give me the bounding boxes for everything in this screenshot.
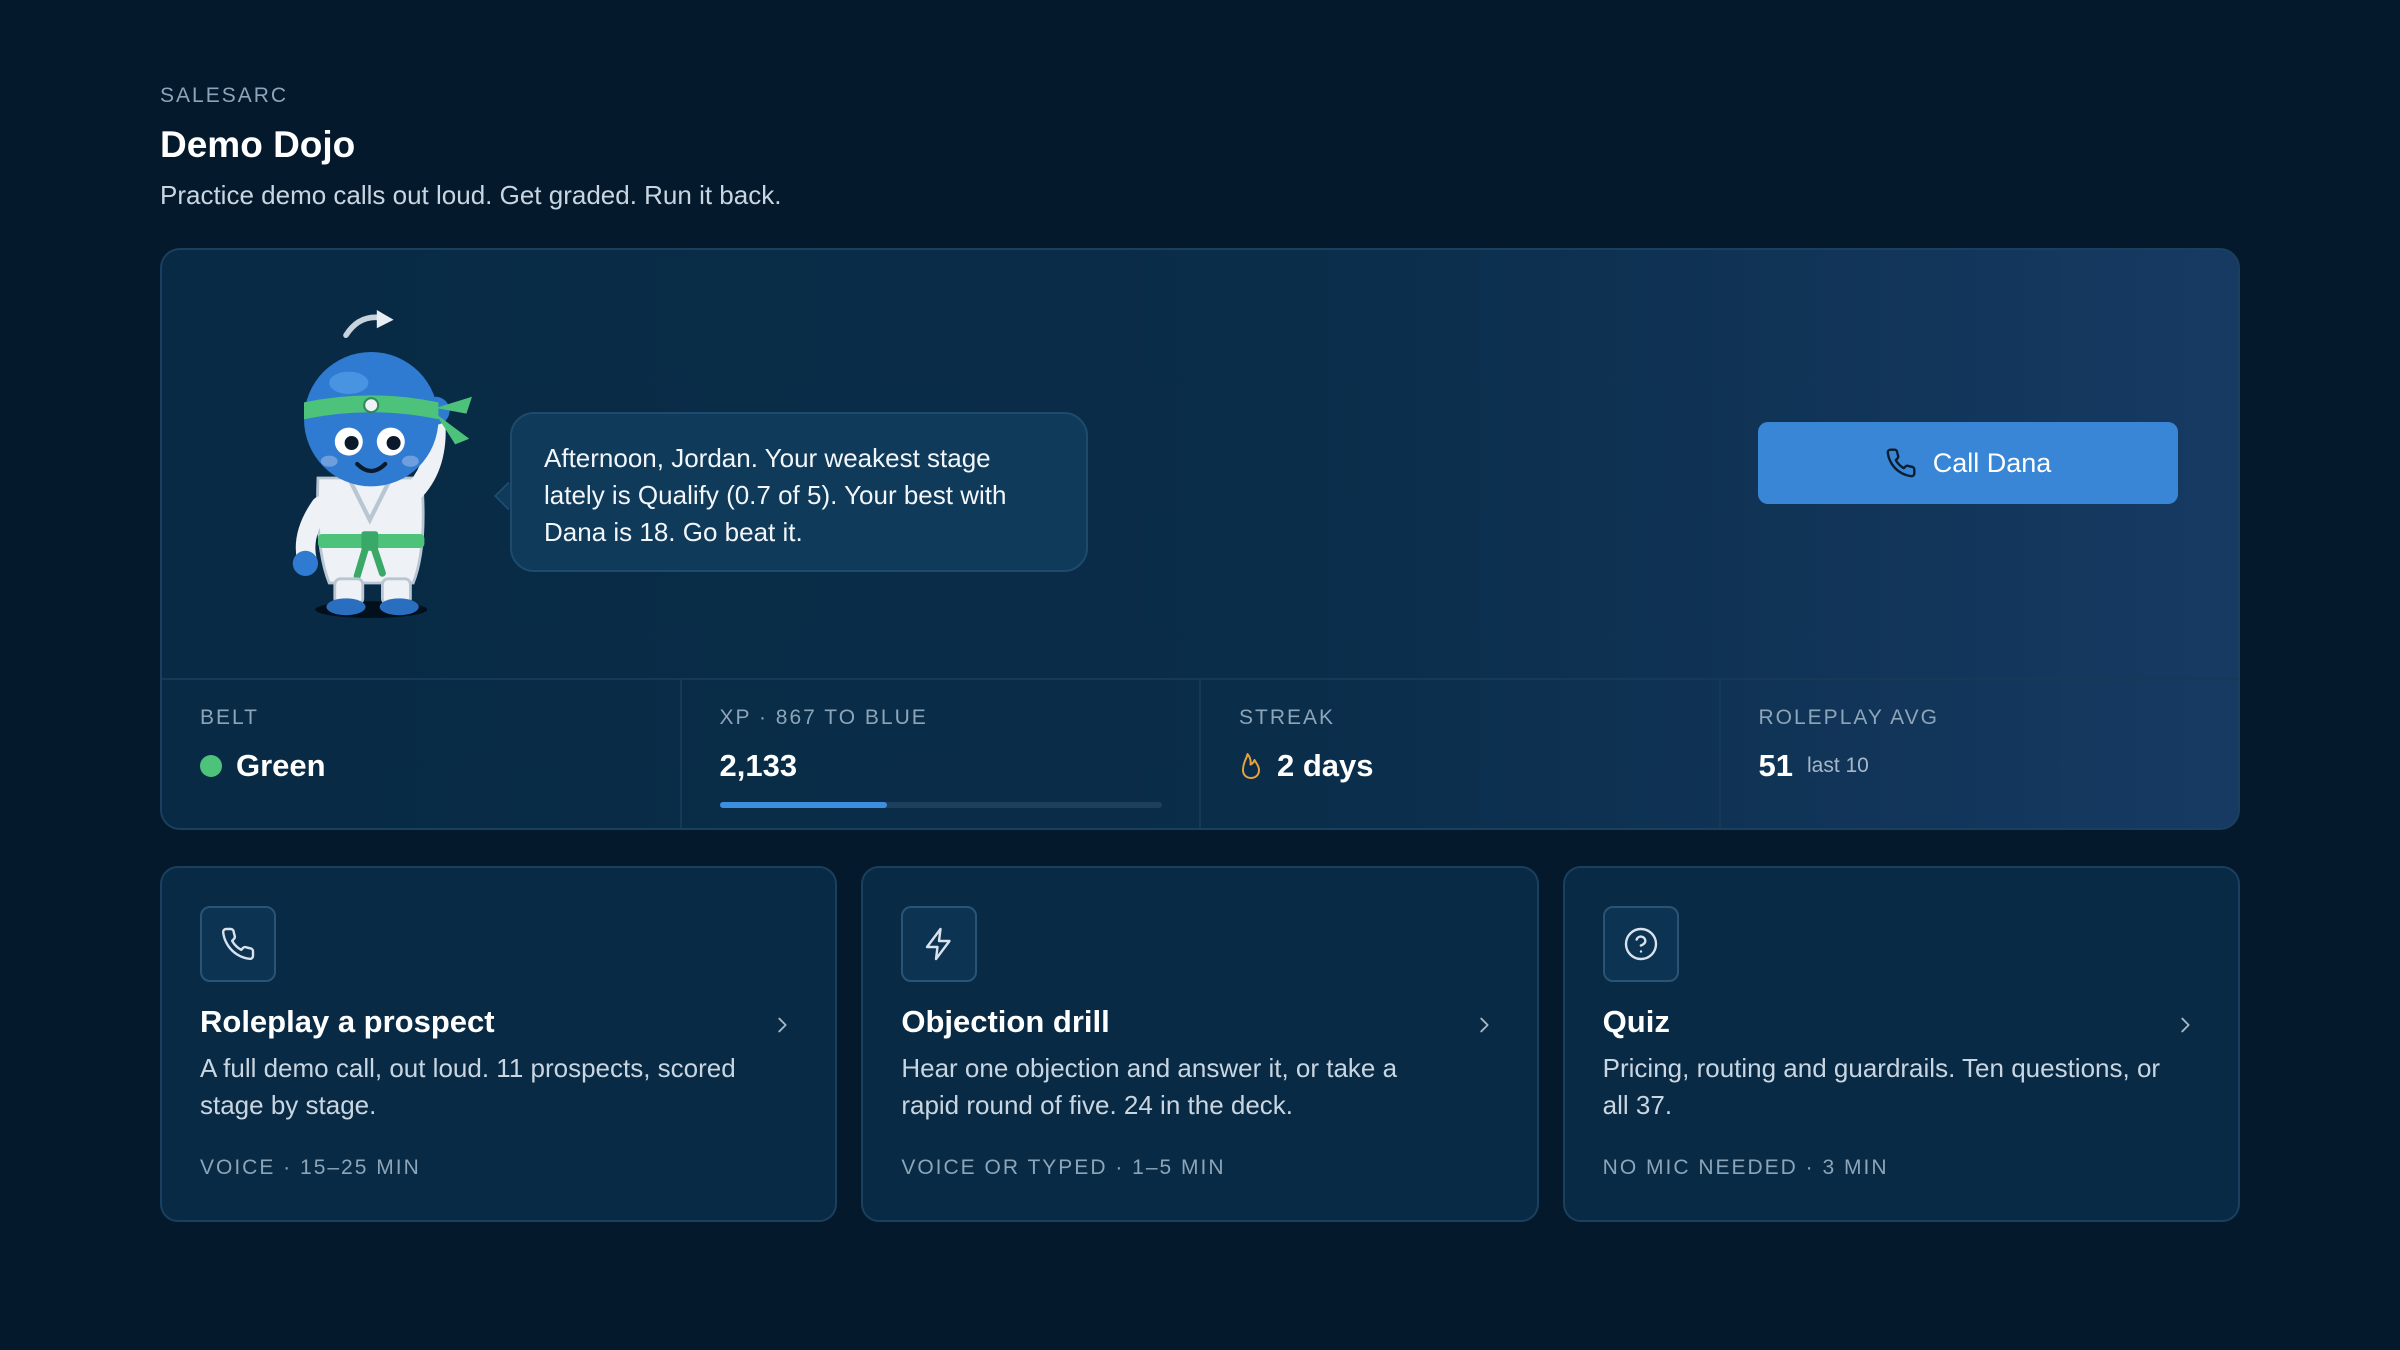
call-button-label: Call Dana: [1932, 447, 2052, 478]
question-icon: [1624, 927, 1657, 961]
stat-belt: BELT Green: [162, 680, 682, 828]
card-title: Roleplay a prospect: [200, 1004, 495, 1039]
hero-panel: Afternoon, Jordan. Your weakest stage la…: [160, 248, 2240, 830]
stat-xp: XP · 867 TO BLUE 2,133: [682, 680, 1201, 828]
card-icon-box: [200, 906, 276, 982]
phone-icon: [1886, 448, 1916, 478]
stat-streak-value: 2 days: [1239, 748, 1681, 784]
xp-progress-bar: [719, 802, 1162, 808]
demo-dojo-page: SALESARC Demo Dojo Practice demo calls o…: [0, 0, 2400, 1350]
call-dana-button[interactable]: Call Dana: [1758, 422, 2178, 504]
streak-days: 2 days: [1277, 748, 1374, 783]
card-roleplay[interactable]: Roleplay a prospect A full demo call, ou…: [160, 866, 838, 1222]
coach-message-bubble: Afternoon, Jordan. Your weakest stage la…: [510, 412, 1088, 572]
flame-icon: [1242, 753, 1260, 779]
chevron-right-icon: [778, 1017, 787, 1033]
page-header: SALESARC Demo Dojo Practice demo calls o…: [160, 84, 781, 211]
roleplay-avg-suffix: last 10: [1806, 754, 1869, 777]
card-icon-box: [1602, 906, 1679, 982]
card-meta: NO MIC NEEDED · 3 MIN: [1602, 1156, 1889, 1179]
stat-belt-value: Green: [200, 748, 642, 784]
stat-roleplay-avg: ROLEPLAY AVG 51 last 10: [1721, 680, 2239, 828]
page-subtitle: Practice demo calls out loud. Get graded…: [160, 180, 782, 210]
hero-top: Afternoon, Jordan. Your weakest stage la…: [162, 250, 2238, 678]
page-title: Demo Dojo: [160, 124, 356, 165]
stat-streak: STREAK 2 days: [1201, 680, 1721, 828]
card-meta: VOICE · 15–25 MIN: [200, 1156, 421, 1179]
stat-roleplay-value: 51 last 10: [1759, 748, 2201, 784]
stat-roleplay-label: ROLEPLAY AVG: [1758, 706, 1939, 729]
stat-xp-label: XP · 867 TO BLUE: [719, 706, 928, 729]
belt-color-dot: [200, 755, 222, 777]
card-description: A full demo call, out loud. 11 prospects…: [200, 1053, 736, 1120]
roleplay-avg-score: 51: [1758, 748, 1793, 783]
xp-amount: 2,133: [719, 748, 798, 783]
belt-name: Green: [236, 748, 326, 783]
xp-progress-fill: [719, 802, 888, 808]
chevron-right-icon: [2181, 1017, 2190, 1033]
brand-eyebrow: SALESARC: [160, 84, 289, 107]
phone-icon: [221, 927, 255, 961]
card-title: Quiz: [1602, 1004, 1670, 1039]
chevron-right-icon: [1479, 1017, 1489, 1033]
stats-row: BELT Green XP · 867 TO BLUE 2,133 STREAK: [162, 678, 2239, 828]
stat-belt-label: BELT: [200, 706, 259, 729]
lightning-icon: [926, 927, 952, 961]
card-objection-drill[interactable]: Objection drill Hear one objection and a…: [861, 866, 1539, 1222]
card-description: Pricing, routing and guardrails. Ten que…: [1602, 1053, 2161, 1120]
stat-streak-label: STREAK: [1239, 706, 1336, 729]
card-description: Hear one objection and answer it, or tak…: [901, 1053, 1398, 1120]
stat-xp-value: 2,133: [720, 748, 1162, 784]
ninja-mascot-icon: [292, 310, 472, 618]
card-title: Objection drill: [901, 1004, 1110, 1039]
card-meta: VOICE OR TYPED · 1–5 MIN: [901, 1156, 1226, 1179]
activity-cards: Roleplay a prospect A full demo call, ou…: [160, 866, 2240, 1222]
card-quiz[interactable]: Quiz Pricing, routing and guardrails. Te…: [1562, 866, 2240, 1222]
card-icon-box: [901, 906, 978, 982]
